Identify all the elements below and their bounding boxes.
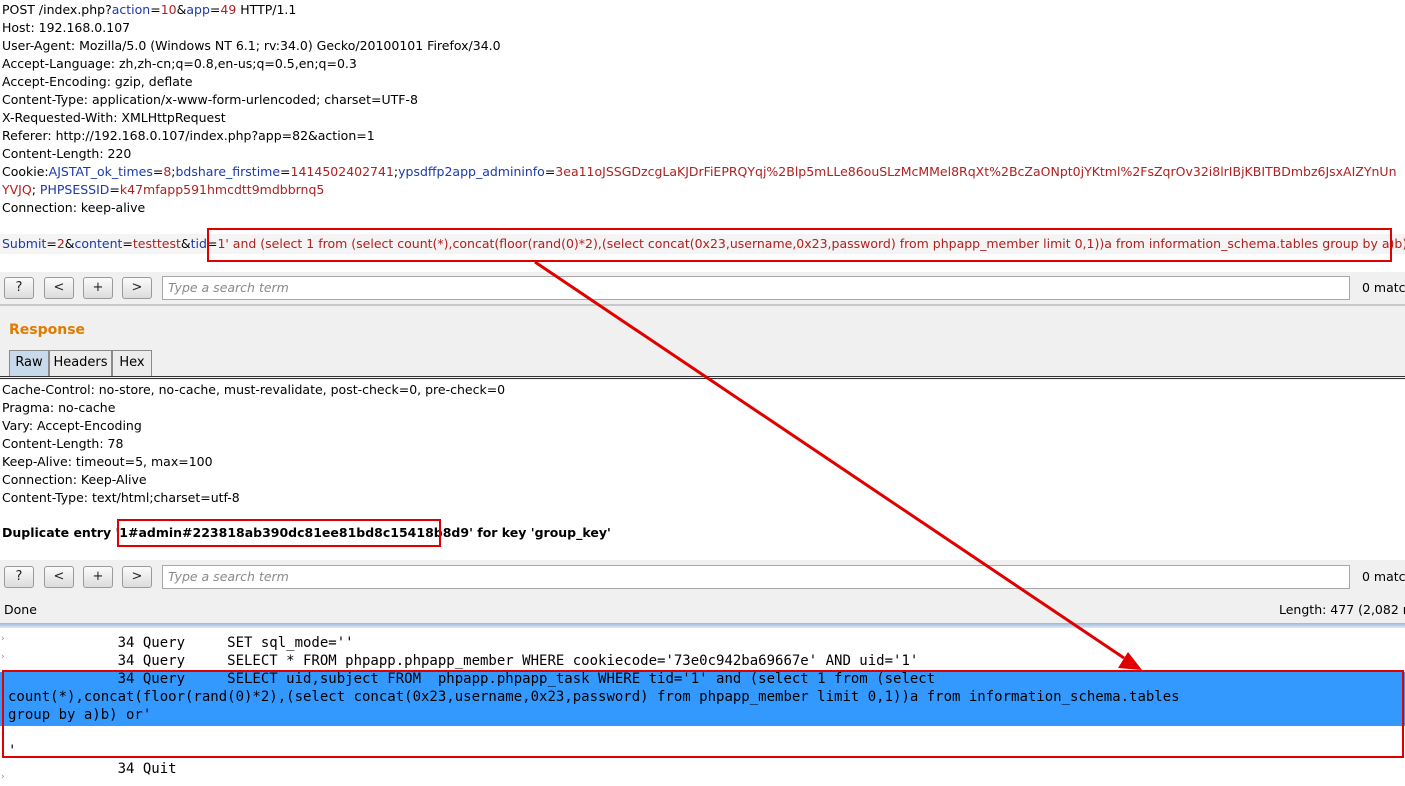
request-token: Accept-Language: zh,zh-cn;q=0.8,en-us;q=… bbox=[2, 56, 357, 71]
request-token: = bbox=[122, 236, 133, 251]
request-token: PHPSESSID bbox=[39, 182, 110, 197]
add-button[interactable]: + bbox=[83, 277, 113, 299]
tab-raw[interactable]: Raw bbox=[9, 350, 49, 376]
previous-button[interactable]: < bbox=[44, 566, 74, 588]
error-suffix: for key 'group_key' bbox=[472, 525, 611, 540]
error-prefix: Duplicate entry '1 bbox=[2, 525, 128, 540]
tab-hex[interactable]: Hex bbox=[112, 350, 152, 376]
response-search-bar: ? < + > Type a search term 0 match bbox=[0, 561, 1405, 593]
response-header-line: Cache-Control: no-store, no-cache, must-… bbox=[2, 382, 506, 397]
request-token: & bbox=[180, 236, 191, 251]
request-match-count: 0 match bbox=[1362, 280, 1405, 295]
request-header-line: Connection: keep-alive bbox=[2, 199, 145, 217]
status-bar: Done Length: 477 (2,082 mi bbox=[0, 597, 1405, 623]
request-header-line: YVJQ; PHPSESSID=k47mfapp591hmcdtt9mdbbrn… bbox=[2, 181, 324, 199]
request-token: 49 bbox=[220, 2, 237, 17]
request-token: ; bbox=[31, 182, 40, 197]
request-token: = bbox=[544, 164, 556, 179]
request-search-bar: ? < + > Type a search term 0 match bbox=[0, 272, 1405, 304]
request-token: bdshare_firstime bbox=[175, 164, 281, 179]
response-match-count: 0 match bbox=[1362, 569, 1405, 584]
help-button[interactable]: ? bbox=[4, 277, 34, 299]
response-title: Response bbox=[9, 322, 86, 338]
request-token: = bbox=[280, 164, 291, 179]
response-length: Length: 477 (2,082 mi bbox=[1279, 602, 1405, 617]
request-token: Host: 192.168.0.107 bbox=[2, 20, 131, 35]
request-token: & bbox=[176, 2, 187, 17]
request-header-line: Accept-Language: zh,zh-cn;q=0.8,en-us;q=… bbox=[2, 55, 357, 73]
request-pane[interactable]: POST /index.php?action=10&app=49 HTTP/1.… bbox=[0, 0, 1405, 268]
payload-highlight-box bbox=[207, 228, 1392, 262]
request-header-line: X-Requested-With: XMLHttpRequest bbox=[2, 109, 226, 127]
response-header-line: Vary: Accept-Encoding bbox=[2, 418, 142, 433]
request-token: Cookie: bbox=[2, 164, 49, 179]
request-token: User-Agent: Mozilla/5.0 (Windows NT 6.1;… bbox=[2, 38, 501, 53]
mysql-query-log[interactable]: 34 Query SET sql_mode='' 34 Query SELECT… bbox=[0, 628, 1405, 784]
request-token: & bbox=[64, 236, 75, 251]
request-token: app bbox=[186, 2, 210, 17]
request-token: = bbox=[152, 164, 164, 179]
status-done: Done bbox=[4, 602, 37, 617]
tab-headers[interactable]: Headers bbox=[49, 350, 112, 376]
request-token: k47mfapp591hmcdtt9mdbbrnq5 bbox=[119, 182, 325, 197]
request-token: HTTP/1.1 bbox=[236, 2, 297, 17]
request-header-line: Content-Type: application/x-www-form-url… bbox=[2, 91, 418, 109]
request-token: testtest bbox=[132, 236, 181, 251]
next-button[interactable]: > bbox=[122, 566, 152, 588]
request-token: Content-Length: 220 bbox=[2, 146, 132, 161]
response-header-line: Content-Length: 78 bbox=[2, 436, 124, 451]
tab-divider bbox=[0, 376, 1405, 379]
gutter-marker: › bbox=[0, 772, 6, 782]
request-token: Referer: http://192.168.0.107/index.php?… bbox=[2, 128, 375, 143]
gutter-marker: › bbox=[0, 652, 6, 662]
request-header-line: Referer: http://192.168.0.107/index.php?… bbox=[2, 127, 375, 145]
request-token: Submit bbox=[2, 236, 47, 251]
request-token: Accept-Encoding: gzip, deflate bbox=[2, 74, 193, 89]
request-token: X-Requested-With: XMLHttpRequest bbox=[2, 110, 226, 125]
request-token: Content-Type: application/x-www-form-url… bbox=[2, 92, 418, 107]
previous-button[interactable]: < bbox=[44, 277, 74, 299]
help-button[interactable]: ? bbox=[4, 566, 34, 588]
request-token: 2 bbox=[56, 236, 65, 251]
request-search-input[interactable]: Type a search term bbox=[162, 276, 1350, 300]
request-token: POST /index.php? bbox=[2, 2, 112, 17]
log-line: 34 Query SELECT * FROM phpapp.phpapp_mem… bbox=[8, 653, 919, 669]
request-token: = bbox=[209, 2, 221, 17]
response-header-line: Keep-Alive: timeout=5, max=100 bbox=[2, 454, 213, 469]
log-line: 34 Query SET sql_mode='' bbox=[8, 635, 354, 651]
request-token: action bbox=[111, 2, 151, 17]
request-header-line: Cookie:AJSTAT_ok_times=8;bdshare_firstim… bbox=[2, 163, 1397, 181]
response-header-line: Connection: Keep-Alive bbox=[2, 472, 147, 487]
request-token: = bbox=[46, 236, 57, 251]
request-header-line: Content-Length: 220 bbox=[2, 145, 131, 163]
request-header-line: POST /index.php?action=10&app=49 HTTP/1.… bbox=[2, 1, 296, 19]
request-token: = bbox=[150, 2, 161, 17]
response-body[interactable]: Cache-Control: no-store, no-cache, must-… bbox=[0, 380, 1405, 560]
request-header-line: Host: 192.168.0.107 bbox=[2, 19, 130, 37]
request-token: tid bbox=[190, 236, 207, 251]
request-token: Connection: keep-alive bbox=[2, 200, 146, 215]
gutter-marker: › bbox=[0, 634, 6, 644]
add-button[interactable]: + bbox=[83, 566, 113, 588]
request-header-line: User-Agent: Mozilla/5.0 (Windows NT 6.1;… bbox=[2, 37, 501, 55]
request-token: 1414502402741 bbox=[290, 164, 394, 179]
request-token: 3ea11oJSSGDzcgLaKJDrFiEPRQYqj%2Blp5mLLe8… bbox=[555, 164, 1397, 179]
log-line: 34 Quit bbox=[8, 761, 177, 777]
request-header-line: Accept-Encoding: gzip, deflate bbox=[2, 73, 193, 91]
query-highlight-box bbox=[2, 670, 1404, 758]
request-token: AJSTAT_ok_times bbox=[48, 164, 153, 179]
request-token: content bbox=[74, 236, 123, 251]
request-token: 10 bbox=[160, 2, 177, 17]
leaked-hash-highlight-box bbox=[117, 519, 441, 547]
next-button[interactable]: > bbox=[122, 277, 152, 299]
response-header-line: Content-Type: text/html;charset=utf-8 bbox=[2, 490, 240, 505]
response-search-input[interactable]: Type a search term bbox=[162, 565, 1350, 589]
request-token: = bbox=[109, 182, 120, 197]
request-token: YVJQ bbox=[2, 182, 32, 197]
request-token: ypsdffp2app_admininfo bbox=[398, 164, 545, 179]
response-header-line: Pragma: no-cache bbox=[2, 400, 116, 415]
